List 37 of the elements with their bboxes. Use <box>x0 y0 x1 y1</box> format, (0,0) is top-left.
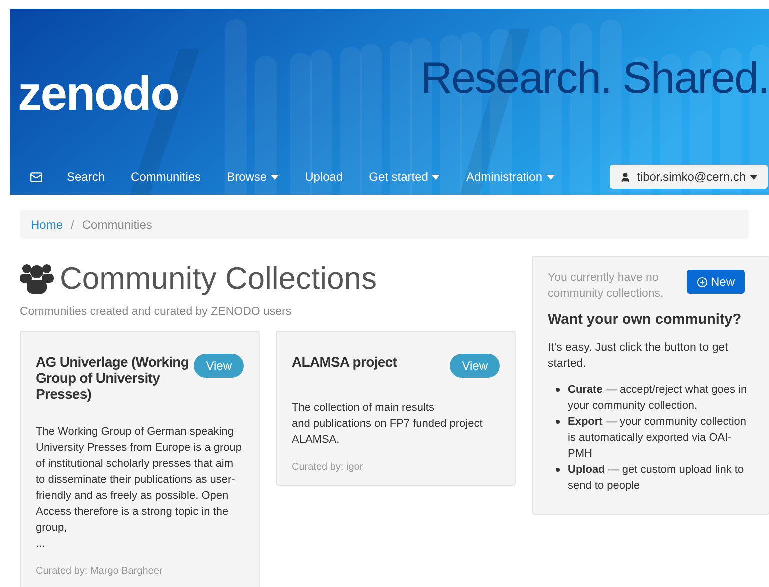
nav-link[interactable]: Browse <box>227 168 280 186</box>
users-icon <box>20 263 54 294</box>
community-description: The collection of main results and publications on FP7 funded project ALAMSA. <box>292 401 484 448</box>
new-button[interactable]: New <box>686 270 745 294</box>
curator-text: Curated by: Margo Bargheer <box>36 565 164 580</box>
bullet-text: Export — your community collection is automatically exported via OAI-PMH <box>568 414 748 462</box>
tagline: Research. Shared. <box>420 57 769 101</box>
user-menu-button[interactable]: tibor.simko@cern.ch <box>610 165 768 189</box>
nav-link[interactable]: Search <box>67 168 106 186</box>
bullet-text: Curate — accept/reject what goes in your community collection. <box>568 382 748 414</box>
nav-link[interactable]: Upload <box>305 168 344 186</box>
logo[interactable]: zenodo <box>18 71 179 119</box>
bullet-icon <box>556 420 560 424</box>
page-title: Community Collections <box>60 263 377 294</box>
community-description: The Working Group of German speaking University Presses from Europe is a group of institutional scholarly presses that aim to disseminate their publications as user-friendly and as freely as possible. Open Access therefore is a strong topic in the group, ... <box>36 425 244 552</box>
view-button[interactable]: View <box>450 354 500 378</box>
caret-icon <box>750 174 758 180</box>
community-title[interactable]: AG Univerlage (Working Group of University Presses) <box>36 354 194 402</box>
sidebar-heading: Want your own community? <box>548 311 743 330</box>
page-subtitle: Communities created and curated by ZENODO users <box>20 305 293 320</box>
nav-link[interactable]: Get started <box>369 168 440 186</box>
user-icon <box>620 172 632 182</box>
plus-icon <box>696 276 708 288</box>
sidebar-note: You currently have no community collections. <box>548 271 665 302</box>
sidebar-intro: It's easy. Just click the button to get started. <box>548 340 730 372</box>
community-title[interactable]: ALAMSA project <box>292 354 450 370</box>
view-button[interactable]: View <box>194 354 244 378</box>
breadcrumb-link[interactable]: Home <box>31 216 64 234</box>
bullet-icon <box>556 468 560 472</box>
curator-text: Curated by: igor <box>292 461 364 476</box>
bullet-icon <box>556 388 560 392</box>
nav-link[interactable]: Communities <box>131 168 202 186</box>
bullet-text: Upload — get custom upload link to send to people <box>568 462 746 494</box>
breadcrumb-separator: / <box>71 216 74 234</box>
breadcrumb-current: Communities <box>82 216 152 234</box>
mail-icon[interactable] <box>30 170 43 184</box>
nav-link[interactable]: Administration <box>466 168 555 186</box>
